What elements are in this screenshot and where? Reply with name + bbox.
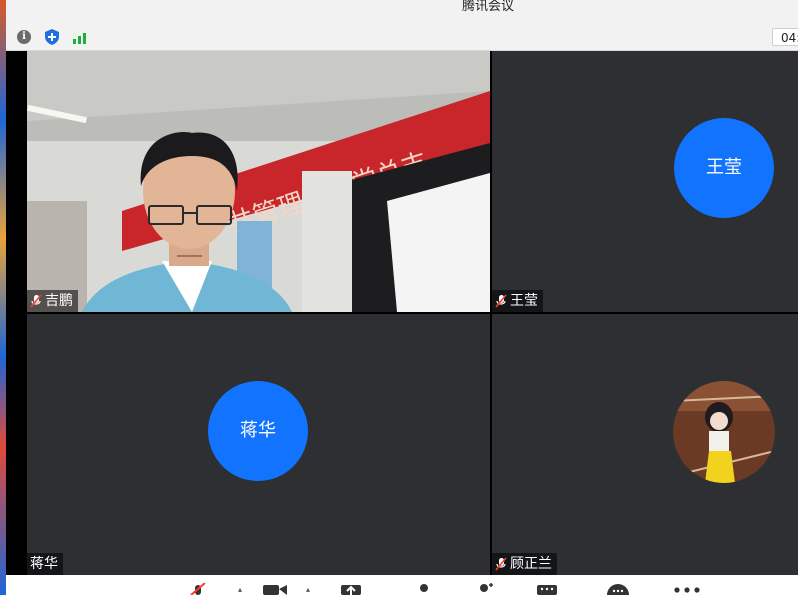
title-bar[interactable]: 腾讯会议 [6,0,798,24]
participant-name-tag: 蒋华 [27,553,63,575]
mic-muted-icon [30,294,42,308]
apps-icon[interactable] [536,583,558,595]
profile-picture [673,381,775,483]
participant-name: 王莹 [510,293,538,309]
chat-icon[interactable] [606,583,630,595]
mic-muted-icon [495,294,507,308]
video-tile-wangying[interactable]: 王莹 王莹 [492,51,798,312]
info-icon[interactable]: i [17,30,31,44]
members-icon[interactable] [416,583,432,595]
participant-name: 吉鹏 [45,293,73,309]
meeting-timer: 04: [772,28,798,46]
avatar: 王莹 [674,118,774,218]
participant-name: 顾正兰 [510,556,552,572]
avatar: 蒋华 [208,381,308,481]
video-grid: 共管理学院党总支 [6,51,798,575]
video-tile-guzhenglan[interactable]: 顾正兰 [492,314,798,575]
chevron-up-icon[interactable]: ▴ [238,585,242,594]
share-screen-icon[interactable] [339,583,363,595]
more-icon[interactable] [674,587,700,593]
invite-icon[interactable] [476,583,494,595]
window-title: 腾讯会议 [462,0,515,14]
mic-muted-icon [495,557,507,571]
video-tile-jianghua[interactable]: 蒋华 蒋华 [27,314,490,575]
participant-name-tag: 吉鹏 [27,290,78,312]
signal-strength-icon[interactable] [70,29,88,47]
meeting-window: 腾讯会议 i 04: 共管理学院党总支 [6,0,798,595]
meeting-toolbar: ▴ ▴ [6,575,798,595]
participant-name-tag: 王莹 [492,290,543,312]
camera-video-feed: 共管理学院党总支 [27,51,490,312]
meeting-info-bar: i 04: [6,24,798,51]
unmute-mic-icon[interactable] [188,583,208,595]
camera-icon[interactable] [263,583,287,595]
video-tile-jipeng[interactable]: 共管理学院党总支 [27,51,490,312]
participant-name: 蒋华 [30,556,58,572]
shield-icon[interactable] [45,29,59,45]
participant-name-tag: 顾正兰 [492,553,557,575]
chevron-up-icon[interactable]: ▴ [306,585,310,594]
